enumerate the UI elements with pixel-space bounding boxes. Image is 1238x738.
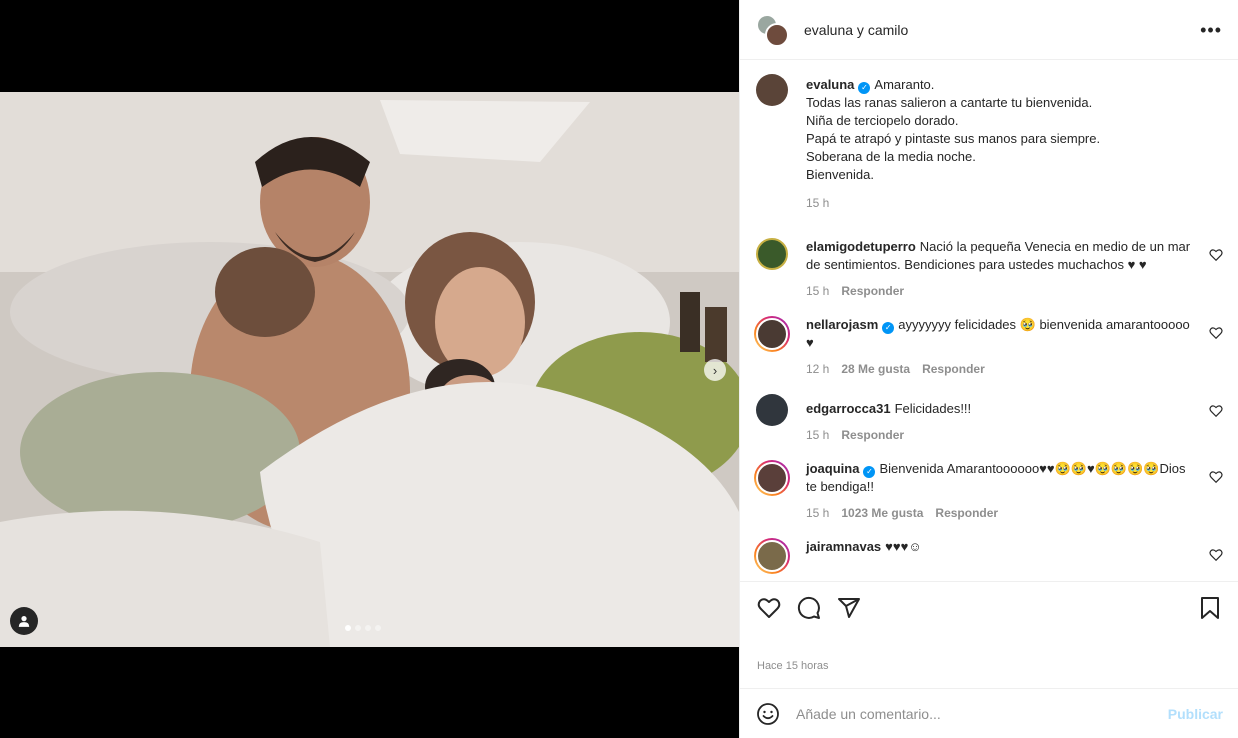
comments-list[interactable]: evaluna ✓ Amaranto. Todas las ranas salier…: [740, 60, 1238, 581]
carousel-dot: [355, 625, 361, 631]
reply-button[interactable]: Responder: [935, 504, 998, 522]
paper-plane-icon: [838, 597, 860, 618]
post-media: ›: [0, 0, 739, 738]
verified-badge-icon: ✓: [858, 82, 871, 94]
like-comment-heart-icon[interactable]: [1209, 248, 1223, 262]
caption-time[interactable]: 15 h: [806, 194, 829, 212]
like-comment-heart-icon[interactable]: [1209, 548, 1223, 562]
comment-likes[interactable]: 1023 Me gusta: [841, 504, 923, 522]
save-button[interactable]: [1197, 595, 1223, 621]
user-icon: [18, 616, 30, 627]
reply-button[interactable]: Responder: [841, 426, 904, 444]
verified-badge-icon: ✓: [882, 322, 895, 334]
avatar: [756, 462, 788, 494]
story-ring[interactable]: [754, 316, 790, 352]
share-button[interactable]: [836, 595, 862, 621]
caption-line: Amaranto.: [874, 77, 935, 92]
carousel-dot: [375, 625, 381, 631]
post-photo[interactable]: [0, 92, 739, 647]
comment-item: edgarrocca31 Felicidades!!! 15 h Responder: [756, 394, 1223, 444]
comment-username[interactable]: elamigodetuperro: [806, 239, 916, 254]
comment-time[interactable]: 12 h: [806, 360, 829, 378]
reply-button[interactable]: Responder: [841, 282, 904, 300]
post-header: evaluna y camilo •••: [740, 0, 1238, 60]
avatar[interactable]: [756, 394, 788, 426]
comment-input[interactable]: [796, 705, 1168, 722]
avatar[interactable]: [756, 238, 788, 270]
publish-button[interactable]: Publicar: [1168, 706, 1223, 722]
comment-text: ♥♥♥☺: [885, 539, 922, 554]
story-ring[interactable]: [754, 538, 790, 574]
comment-item: jairamnavas ♥♥♥☺: [754, 538, 1223, 574]
heart-icon: [757, 597, 781, 618]
chevron-right-icon: ›: [712, 362, 718, 378]
photo-illustration: [0, 92, 739, 647]
carousel-dot: [345, 625, 351, 631]
comment-text: Bienvenida Amarantoooooo♥♥🥹🥹♥🥹🥹🥹🥹Dios te…: [806, 461, 1186, 494]
carousel-indicator: [345, 625, 381, 631]
post-timestamp[interactable]: Hace 15 horas: [757, 660, 829, 672]
caption-username[interactable]: evaluna: [806, 77, 854, 92]
caption-line: Soberana de la media noche.: [806, 149, 976, 164]
like-comment-heart-icon[interactable]: [1209, 326, 1223, 340]
comment-item: joaquina ✓ Bienvenida Amarantoooooo♥♥🥹🥹♥🥹🥹…: [754, 460, 1223, 522]
verified-badge-icon: ✓: [863, 466, 876, 478]
carousel-dot: [365, 625, 371, 631]
like-button[interactable]: [756, 595, 782, 621]
comment-likes[interactable]: 28 Me gusta: [841, 360, 910, 378]
comment-username[interactable]: edgarrocca31: [806, 401, 891, 416]
comment-time[interactable]: 15 h: [806, 504, 829, 522]
caption-line: Todas las ranas salieron a cantarte tu b…: [806, 95, 1093, 110]
bookmark-icon: [1201, 596, 1219, 619]
more-horizontal-icon[interactable]: •••: [1200, 21, 1222, 39]
tagged-users-button[interactable]: [10, 607, 38, 635]
comment-item: elamigodetuperro Nació la pequeña Venecia…: [756, 238, 1223, 300]
collab-avatars[interactable]: [756, 13, 789, 47]
avatar: [765, 22, 789, 47]
caption-line: Bienvenida.: [806, 167, 874, 182]
like-comment-heart-icon[interactable]: [1209, 404, 1223, 418]
comment-time[interactable]: 15 h: [806, 426, 829, 444]
comment-username[interactable]: jairamnavas: [806, 539, 881, 554]
comment-composer: Publicar: [740, 688, 1238, 738]
story-ring[interactable]: [754, 460, 790, 496]
post-panel: evaluna y camilo ••• evaluna ✓ Amaranto. T…: [739, 0, 1238, 738]
caption-line: Niña de terciopelo dorado.: [806, 113, 959, 128]
post-actions: [740, 581, 1238, 633]
avatar[interactable]: [756, 74, 788, 106]
post-author-title[interactable]: evaluna y camilo: [804, 22, 908, 38]
comment-time[interactable]: 15 h: [806, 282, 829, 300]
comment-username[interactable]: joaquina: [806, 461, 859, 476]
next-slide-button[interactable]: ›: [704, 359, 726, 381]
comment-button[interactable]: [796, 595, 822, 621]
reply-button[interactable]: Responder: [922, 360, 985, 378]
comment-text: Felicidades!!!: [894, 401, 972, 416]
comment-username[interactable]: nellarojasm: [806, 317, 878, 332]
caption: evaluna ✓ Amaranto. Todas las ranas salier…: [756, 74, 1223, 212]
avatar: [756, 318, 788, 350]
emoji-icon[interactable]: [756, 702, 780, 726]
caption-line: Papá te atrapó y pintaste sus manos para…: [806, 131, 1101, 146]
like-comment-heart-icon[interactable]: [1209, 470, 1223, 484]
comment-item: nellarojasm ✓ ayyyyyyy felicidades 🥹 bienv…: [754, 316, 1223, 378]
avatar: [756, 540, 788, 572]
comment-bubble-icon: [797, 596, 820, 619]
